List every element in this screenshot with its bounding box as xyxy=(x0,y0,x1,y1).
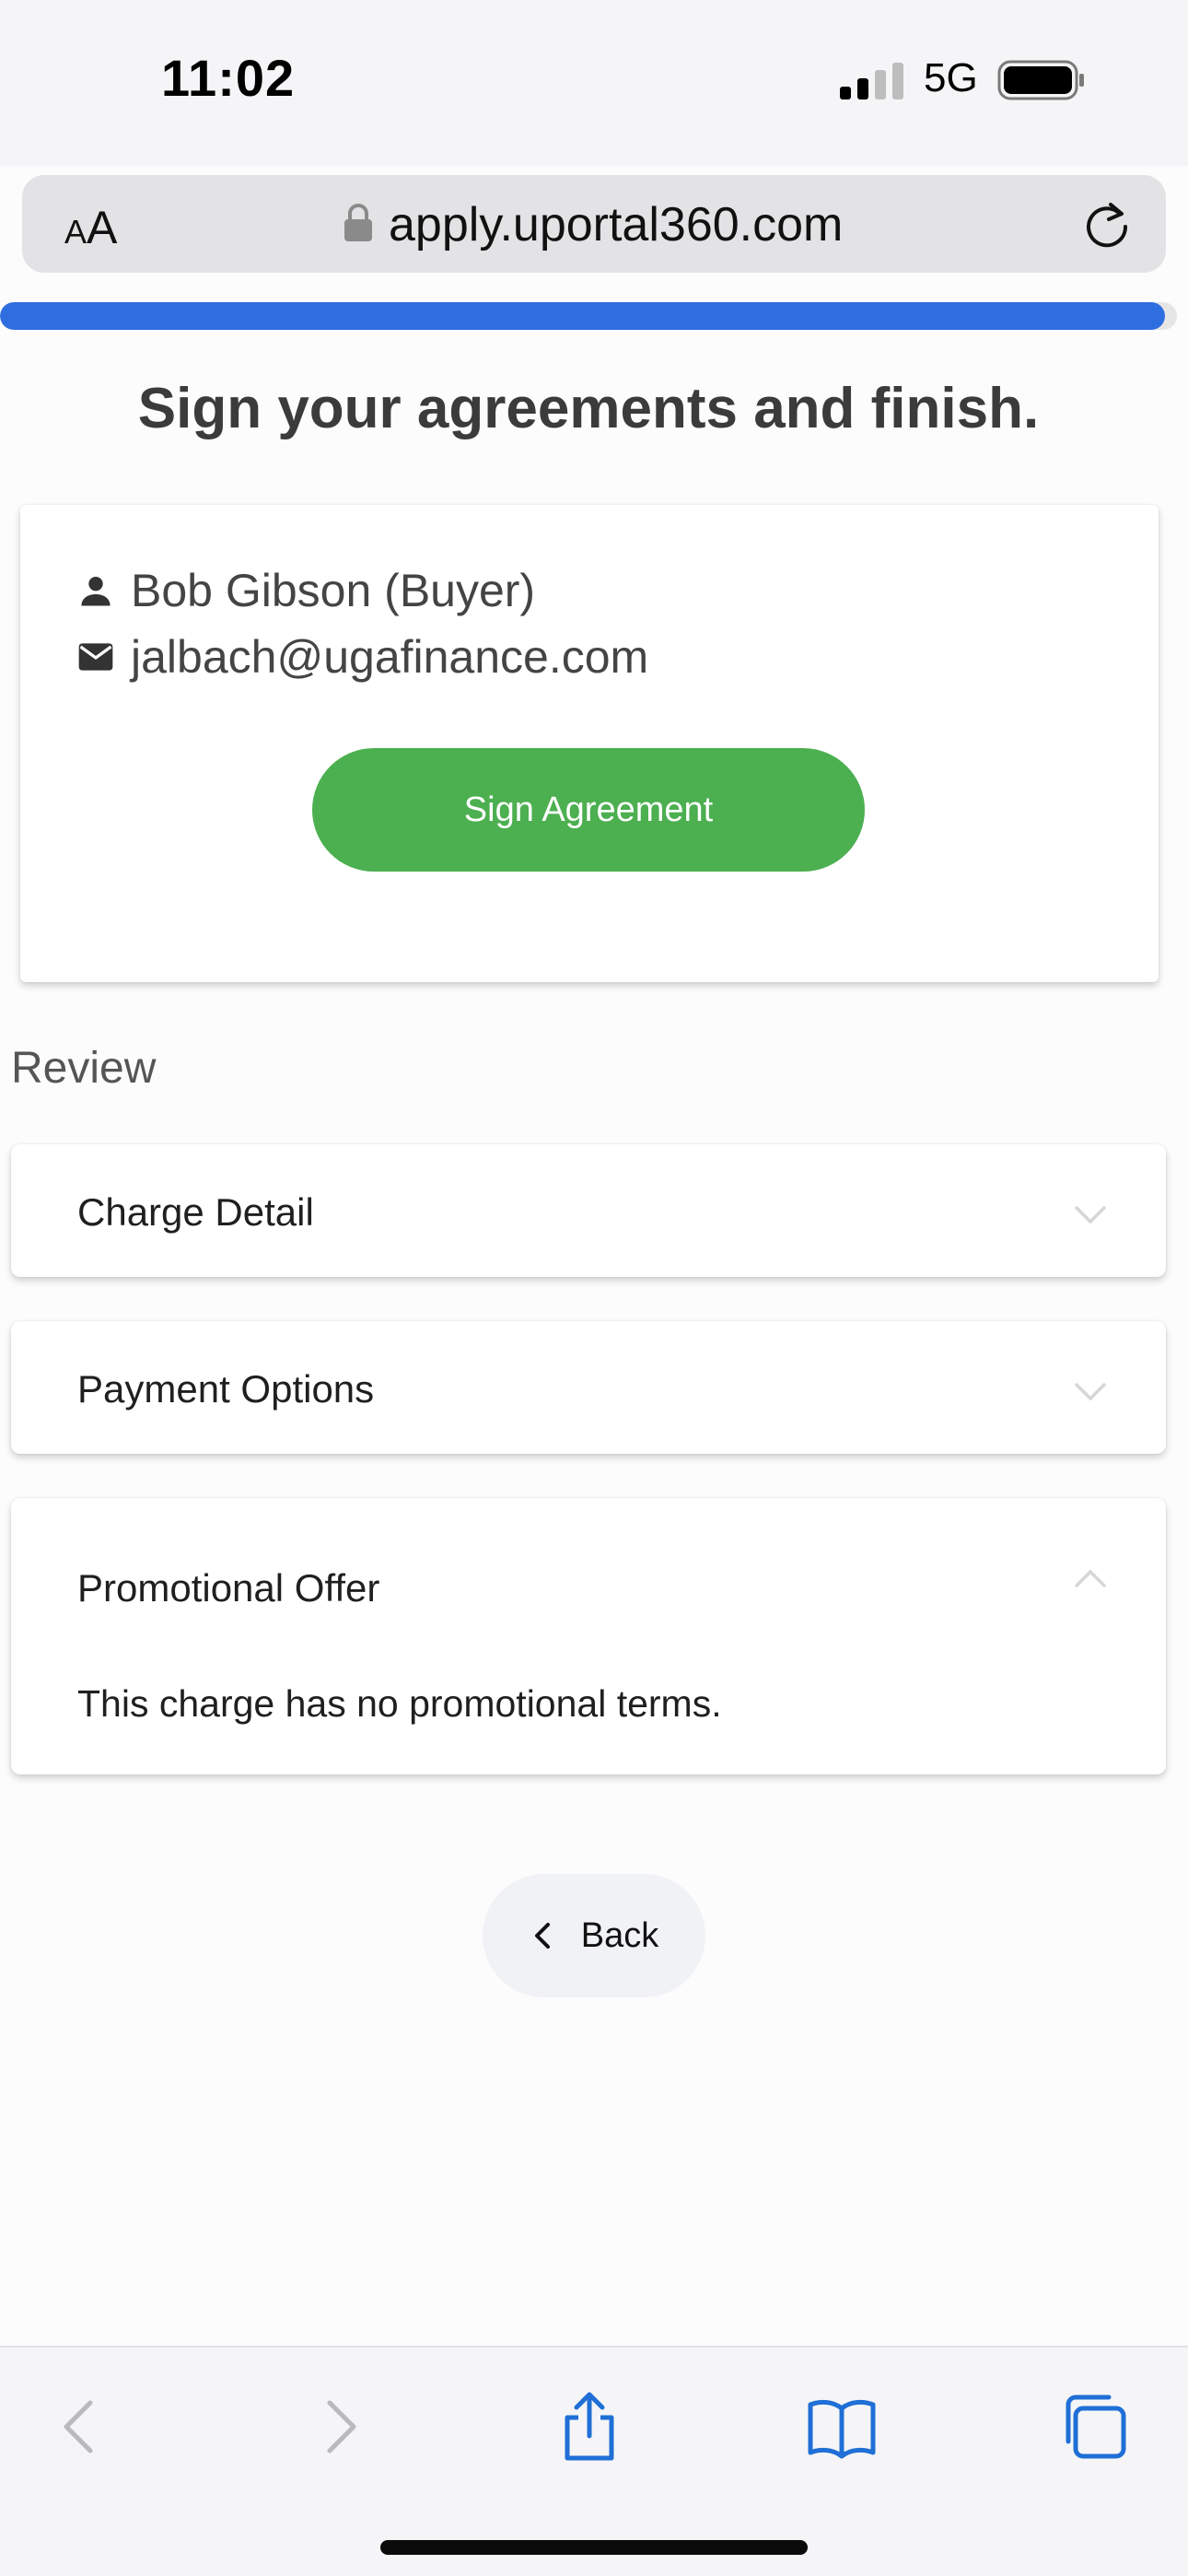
status-time: 11:02 xyxy=(161,49,296,107)
back-arrow-icon[interactable] xyxy=(44,2390,118,2464)
text-size-big-label: A xyxy=(87,202,118,253)
signer-name-row: Bob Gibson (Buyer) xyxy=(76,564,535,617)
lock-icon xyxy=(344,204,372,241)
chevron-up-icon xyxy=(1075,1569,1106,1587)
accordion-promotional-offer[interactable]: Promotional Offer This charge has no pro… xyxy=(11,1498,1166,1774)
address-bar[interactable]: AA apply.uportal360.com xyxy=(22,175,1166,273)
back-label: Back xyxy=(580,1915,659,1955)
progress-bar xyxy=(0,302,1177,330)
review-heading: Review xyxy=(11,1044,157,1093)
signer-email-row: jalbach@ugafinance.com xyxy=(76,630,648,684)
network-type: 5G xyxy=(924,55,978,100)
back-button[interactable]: Back xyxy=(483,1874,705,1997)
promotional-offer-text: This charge has no promotional terms. xyxy=(77,1682,722,1725)
tabs-icon[interactable] xyxy=(1057,2390,1131,2464)
chevron-down-icon xyxy=(1075,1206,1106,1224)
forward-arrow-icon[interactable] xyxy=(302,2390,376,2464)
text-size-small-label: A xyxy=(64,213,87,251)
accordion-payment-options[interactable]: Payment Options xyxy=(11,1321,1166,1454)
chevron-left-icon xyxy=(534,1923,550,1949)
page-title: Sign your agreements and finish. xyxy=(137,377,1040,440)
person-icon xyxy=(81,576,111,606)
url-text[interactable]: apply.uportal360.com xyxy=(389,197,843,252)
page: 11:02 5G AA apply.uportal360.com Sign yo xyxy=(0,0,1188,2576)
share-icon[interactable] xyxy=(553,2390,626,2464)
progress-fill xyxy=(0,302,1166,330)
accordion-charge-detail[interactable]: Charge Detail xyxy=(11,1144,1166,1277)
accordion-title: Payment Options xyxy=(77,1367,375,1411)
reload-icon[interactable] xyxy=(1079,197,1135,252)
signer-email: jalbach@ugafinance.com xyxy=(131,631,649,683)
signer-name: Bob Gibson (Buyer) xyxy=(131,565,536,616)
battery-icon xyxy=(997,60,1084,100)
chevron-down-icon xyxy=(1075,1383,1106,1401)
home-indicator xyxy=(380,2540,808,2555)
mail-icon xyxy=(78,643,113,671)
accordion-title: Promotional Offer xyxy=(77,1566,380,1610)
cellular-signal-icon xyxy=(840,63,903,100)
sign-agreement-button[interactable]: Sign Agreement xyxy=(312,748,865,872)
status-bar: 11:02 5G xyxy=(0,0,1188,166)
signer-card: Bob Gibson (Buyer) jalbach@ugafinance.co… xyxy=(20,505,1159,982)
text-size-button[interactable]: AA xyxy=(64,201,117,254)
bookmarks-icon[interactable] xyxy=(805,2390,879,2464)
accordion-title: Charge Detail xyxy=(77,1190,314,1234)
